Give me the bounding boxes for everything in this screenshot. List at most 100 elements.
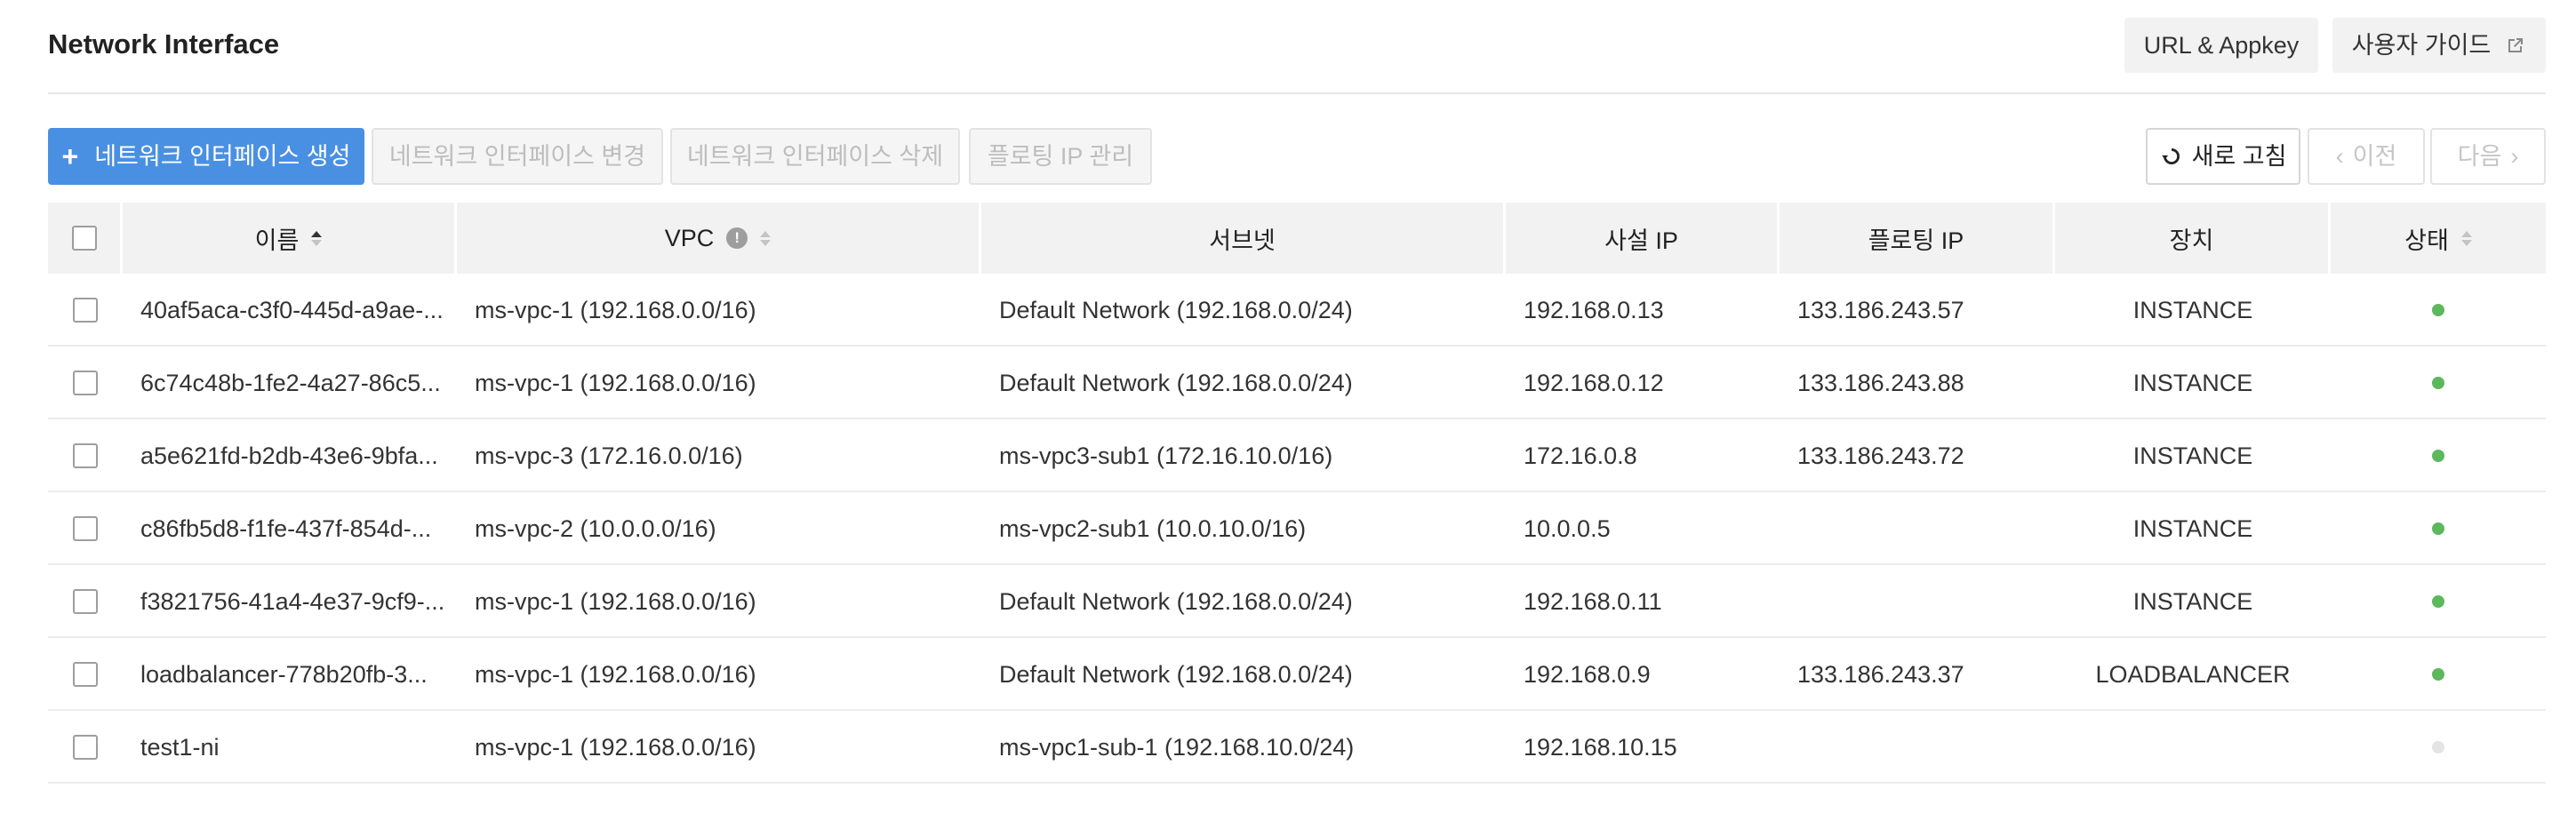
cell-private-ip: 192.168.0.12	[1524, 369, 1664, 396]
column-private-ip-label: 사설 IP	[1604, 227, 1678, 254]
refresh-icon	[2161, 148, 2180, 164]
row-checkbox[interactable]	[73, 371, 98, 395]
sort-asc-icon	[311, 230, 323, 246]
cell-device: INSTANCE	[2132, 514, 2253, 542]
modify-network-interface-button[interactable]: 네트워크 인터페이스 변경	[372, 128, 663, 185]
column-device-label: 장치	[2169, 227, 2214, 254]
delete-label: 네트워크 인터페이스 삭제	[686, 143, 944, 170]
row-select-cell	[48, 274, 123, 347]
cell-name[interactable]: 40af5aca-c3f0-445d-a9ae-...	[123, 274, 457, 347]
row-select-cell	[48, 711, 123, 784]
cell-vpc: ms-vpc-1 (192.168.0.0/16)	[475, 733, 756, 761]
table-row[interactable]: test1-ni ms-vpc-1 (192.168.0.0/16) ms-vp…	[48, 711, 2546, 784]
info-icon[interactable]: !	[726, 227, 748, 249]
cell-floating-ip: 133.186.243.72	[1797, 442, 1964, 469]
delete-network-interface-button[interactable]: 네트워크 인터페이스 삭제	[670, 128, 960, 185]
create-label: 네트워크 인터페이스 생성	[94, 143, 351, 170]
column-header-name[interactable]: 이름	[123, 203, 457, 274]
cell-name[interactable]: loadbalancer-778b20fb-3...	[123, 638, 457, 711]
row-select-cell	[48, 492, 123, 565]
status-dot-icon	[2432, 450, 2444, 462]
prev-label: 이전	[2352, 143, 2397, 170]
status-dot-icon	[2432, 304, 2444, 316]
sort-icon	[2460, 230, 2472, 246]
cell-status	[2331, 711, 2546, 784]
status-dot-icon	[2432, 668, 2444, 681]
row-checkbox[interactable]	[73, 589, 98, 614]
column-name-label: 이름	[254, 227, 300, 254]
row-checkbox[interactable]	[73, 443, 98, 468]
cell-device: INSTANCE	[2132, 587, 2253, 615]
cell-subnet: Default Network (192.168.0.0/24)	[999, 296, 1353, 323]
cell-name[interactable]: f3821756-41a4-4e37-9cf9-...	[123, 565, 457, 638]
modify-label: 네트워크 인터페이스 변경	[388, 143, 646, 170]
cell-private-ip: 192.168.0.13	[1524, 296, 1664, 323]
row-select-cell	[48, 347, 123, 419]
network-interface-page: Network Interface URL & Appkey 사용자 가이드 +…	[0, 0, 2576, 821]
row-checkbox[interactable]	[73, 298, 98, 323]
row-checkbox[interactable]	[73, 516, 98, 541]
row-checkbox[interactable]	[73, 662, 98, 687]
page-title: Network Interface	[48, 28, 280, 60]
chevron-right-icon: ›	[2510, 143, 2519, 170]
cell-floating-ip: 133.186.243.37	[1797, 660, 1964, 688]
cell-subnet: Default Network (192.168.0.0/24)	[999, 369, 1353, 396]
status-dot-icon	[2432, 741, 2444, 753]
status-dot-icon	[2432, 595, 2444, 608]
column-subnet-label: 서브넷	[1209, 227, 1276, 254]
next-page-button[interactable]: 다음 ›	[2430, 128, 2546, 185]
column-vpc-label: VPC	[664, 224, 715, 251]
cell-private-ip: 192.168.10.15	[1524, 733, 1677, 761]
prev-page-button[interactable]: ‹ 이전	[2308, 128, 2425, 185]
cell-vpc: ms-vpc-1 (192.168.0.0/16)	[475, 587, 756, 615]
cell-vpc: ms-vpc-1 (192.168.0.0/16)	[475, 296, 756, 323]
table-row[interactable]: loadbalancer-778b20fb-3... ms-vpc-1 (192…	[48, 638, 2546, 711]
network-interface-table: 이름 VPC ! 서브넷 사설 IP 플로팅 IP 장치 상태 40af5aca…	[48, 203, 2546, 784]
cell-status	[2331, 274, 2546, 347]
table-header: 이름 VPC ! 서브넷 사설 IP 플로팅 IP 장치 상태	[48, 203, 2546, 274]
table-row[interactable]: 40af5aca-c3f0-445d-a9ae-... ms-vpc-1 (19…	[48, 274, 2546, 347]
manage-floating-ip-button[interactable]: 플로팅 IP 관리	[969, 128, 1152, 185]
cell-subnet: ms-vpc3-sub1 (172.16.10.0/16)	[999, 442, 1333, 469]
status-dot-icon	[2432, 522, 2444, 535]
row-select-cell	[48, 638, 123, 711]
user-guide-label: 사용자 가이드	[2351, 32, 2492, 59]
table-body: 40af5aca-c3f0-445d-a9ae-... ms-vpc-1 (19…	[48, 274, 2546, 784]
cell-subnet: Default Network (192.168.0.0/24)	[999, 660, 1353, 688]
refresh-label: 새로 고침	[2191, 143, 2287, 170]
url-appkey-button[interactable]: URL & Appkey	[2124, 18, 2318, 73]
cell-device	[2055, 711, 2331, 784]
column-floating-ip-label: 플로팅 IP	[1868, 227, 1964, 254]
cell-name[interactable]: 6c74c48b-1fe2-4a27-86c5...	[123, 347, 457, 419]
cell-name[interactable]: c86fb5d8-f1fe-437f-854d-...	[123, 492, 457, 565]
row-checkbox[interactable]	[73, 735, 98, 760]
column-header-device: 장치	[2055, 203, 2331, 274]
cell-private-ip: 192.168.0.9	[1524, 660, 1651, 688]
column-header-status[interactable]: 상태	[2331, 203, 2546, 274]
user-guide-button[interactable]: 사용자 가이드	[2332, 18, 2546, 73]
status-dot-icon	[2432, 377, 2444, 389]
floating-ip-label: 플로팅 IP 관리	[987, 143, 1134, 170]
table-row[interactable]: f3821756-41a4-4e37-9cf9-... ms-vpc-1 (19…	[48, 565, 2546, 638]
cell-private-ip: 172.16.0.8	[1524, 442, 1637, 469]
cell-device: INSTANCE	[2132, 442, 2253, 469]
plus-icon: +	[61, 140, 79, 172]
cell-status	[2331, 492, 2546, 565]
cell-status	[2331, 419, 2546, 492]
refresh-button[interactable]: 새로 고침	[2146, 128, 2300, 185]
table-row[interactable]: a5e621fd-b2db-43e6-9bfa... ms-vpc-3 (172…	[48, 419, 2546, 492]
table-row[interactable]: 6c74c48b-1fe2-4a27-86c5... ms-vpc-1 (192…	[48, 347, 2546, 419]
page-header: Network Interface URL & Appkey 사용자 가이드	[48, 0, 2546, 94]
column-header-vpc[interactable]: VPC !	[457, 203, 981, 274]
column-header-private-ip: 사설 IP	[1506, 203, 1780, 274]
table-row[interactable]: c86fb5d8-f1fe-437f-854d-... ms-vpc-2 (10…	[48, 492, 2546, 565]
cell-subnet: Default Network (192.168.0.0/24)	[999, 587, 1353, 615]
select-all-checkbox[interactable]	[71, 226, 97, 251]
cell-private-ip: 10.0.0.5	[1524, 514, 1611, 542]
cell-name[interactable]: a5e621fd-b2db-43e6-9bfa...	[123, 419, 457, 492]
cell-device: INSTANCE	[2132, 296, 2253, 323]
create-network-interface-button[interactable]: + 네트워크 인터페이스 생성	[48, 128, 364, 185]
cell-name[interactable]: test1-ni	[123, 711, 457, 784]
cell-device: LOADBALANCER	[2095, 660, 2291, 688]
cell-floating-ip	[1780, 492, 2055, 565]
